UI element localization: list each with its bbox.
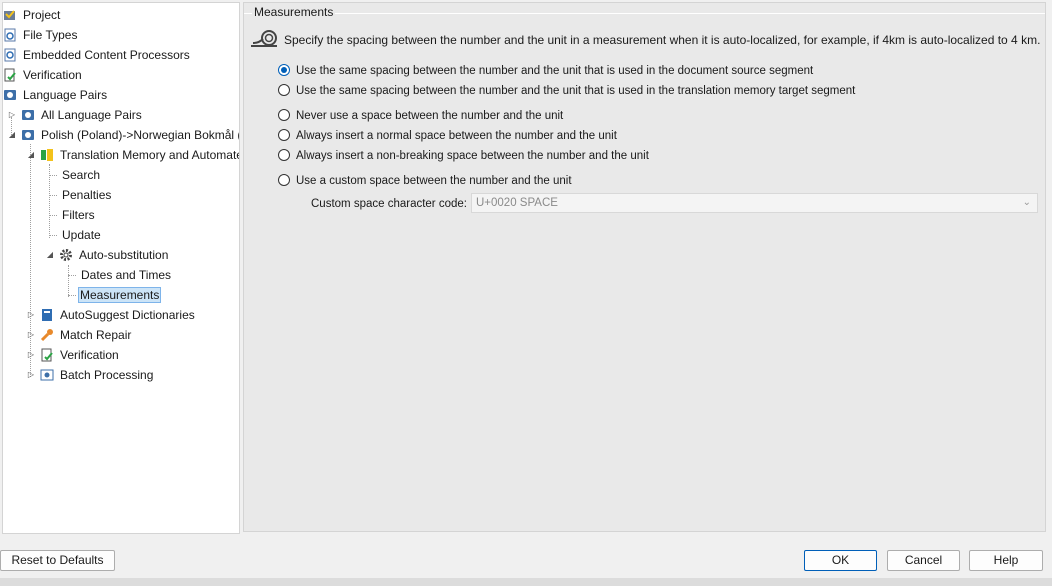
tree-item-project[interactable]: Project (3, 5, 62, 25)
wrench-icon (40, 328, 54, 342)
tree-item-update[interactable]: Update (60, 225, 103, 245)
tree-item-language-pairs[interactable]: Language Pairs (3, 85, 109, 105)
collapse-arrow-icon[interactable]: ◢ (7, 125, 17, 145)
tree-item-measurements[interactable]: Measurements (78, 285, 162, 305)
group-divider (244, 13, 1045, 14)
expand-arrow-icon[interactable]: ▷ (26, 365, 36, 385)
radio-button[interactable] (278, 128, 290, 141)
tree-item-match-repair[interactable]: Match Repair (40, 325, 133, 345)
tm-icon (40, 148, 54, 162)
reset-to-defaults-button[interactable]: Reset to Defaults (0, 550, 115, 571)
verification-icon (3, 68, 17, 82)
cancel-button[interactable]: Cancel (887, 550, 960, 571)
window-bottom-edge (0, 578, 1052, 586)
option-never-space[interactable]: Never use a space between the number and… (278, 106, 563, 126)
tree-item-embedded-content[interactable]: Embedded Content Processors (3, 45, 192, 65)
custom-space-label: Custom space character code: (311, 198, 467, 210)
language-pairs-icon (3, 88, 17, 102)
collapse-arrow-icon[interactable]: ◢ (26, 145, 36, 165)
tree-item-search[interactable]: Search (60, 165, 102, 185)
panel-description: Specify the spacing between the number a… (284, 33, 1041, 47)
option-normal-space[interactable]: Always insert a normal space between the… (278, 126, 617, 146)
project-icon (3, 8, 17, 22)
panel-title: Measurements (252, 5, 336, 19)
tree-item-penalties[interactable]: Penalties (60, 185, 113, 205)
ok-button[interactable]: OK (804, 550, 877, 571)
tree-item-file-types[interactable]: File Types (3, 25, 79, 45)
gear-icon (59, 248, 73, 262)
chevron-down-icon: ⌄ (1022, 197, 1031, 208)
tree-item-batch-processing[interactable]: Batch Processing (40, 365, 155, 385)
settings-tree[interactable]: Project File Types Embedded Content Proc… (2, 2, 240, 534)
file-types-icon (3, 28, 17, 42)
expand-arrow-icon[interactable]: ▷ (7, 105, 17, 125)
tree-item-autosuggest[interactable]: AutoSuggest Dictionaries (40, 305, 197, 325)
radio-button[interactable] (278, 148, 290, 161)
tree-item-polish-norwegian[interactable]: Polish (Poland)->Norwegian Bokmål ( (21, 125, 239, 145)
batch-icon (40, 368, 54, 382)
radio-button[interactable] (278, 83, 290, 96)
tree-item-verification-sub[interactable]: Verification (40, 345, 121, 365)
expand-arrow-icon[interactable]: ▷ (26, 345, 36, 365)
option-tm-target[interactable]: Use the same spacing between the number … (278, 81, 855, 101)
option-custom-space[interactable]: Use a custom space between the number an… (278, 171, 572, 191)
language-pairs-icon (21, 108, 35, 122)
tree-item-dates-and-times[interactable]: Dates and Times (79, 265, 173, 285)
option-non-breaking-space[interactable]: Always insert a non-breaking space betwe… (278, 146, 649, 166)
help-button[interactable]: Help (969, 550, 1043, 571)
verification-icon (40, 348, 54, 362)
expand-arrow-icon[interactable]: ▷ (26, 305, 36, 325)
tree-item-filters[interactable]: Filters (60, 205, 97, 225)
gear-doc-icon (3, 48, 17, 62)
custom-space-value: U+0020 SPACE (476, 197, 558, 209)
tree-item-auto-substitution[interactable]: Auto-substitution (59, 245, 170, 265)
measurements-panel: Measurements Specify the spacing between… (243, 2, 1046, 532)
collapse-arrow-icon[interactable]: ◢ (45, 245, 55, 265)
radio-button[interactable] (278, 63, 290, 76)
tree-item-all-language-pairs[interactable]: All Language Pairs (21, 105, 144, 125)
tree-item-verification[interactable]: Verification (3, 65, 84, 85)
option-document-source[interactable]: Use the same spacing between the number … (278, 61, 813, 81)
language-pairs-icon (21, 128, 35, 142)
radio-button[interactable] (278, 108, 290, 121)
tree-item-translation-memory[interactable]: Translation Memory and Automate (40, 145, 239, 165)
expand-arrow-icon[interactable]: ▷ (26, 325, 36, 345)
custom-space-select[interactable]: U+0020 SPACE ⌄ (471, 193, 1038, 213)
measurement-icon (251, 30, 277, 47)
book-icon (40, 308, 54, 322)
radio-button[interactable] (278, 173, 290, 186)
